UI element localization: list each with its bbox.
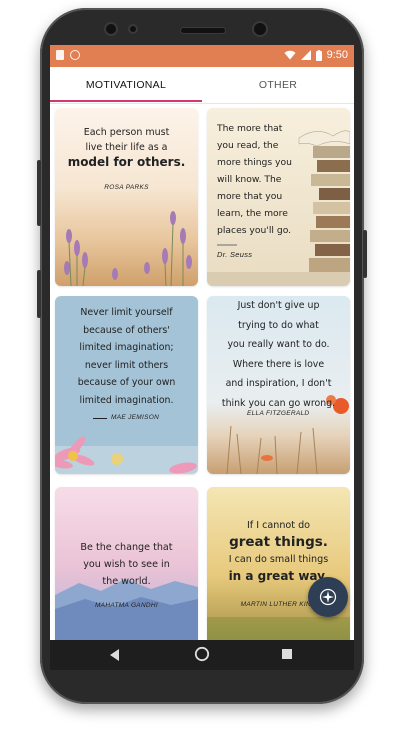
tab-bar: MOTIVATIONAL OTHER — [50, 67, 354, 103]
quote-line: more things you — [217, 157, 292, 168]
quote-line: more that you — [217, 191, 283, 202]
sync-icon — [70, 50, 80, 60]
quote-line: places you'll go. — [217, 225, 292, 236]
quote-card-martin-luther-king[interactable]: If I cannot do great things. I can do sm… — [207, 487, 350, 640]
quote-line: Just don't give up — [237, 300, 320, 311]
quote-text: If I cannot do great things. I can do sm… — [207, 517, 350, 585]
quote-line: because of your own — [77, 377, 176, 388]
quote-card-ella-fitzgerald[interactable]: Just don't give up trying to do what you… — [207, 296, 350, 474]
quote-line: Never limit yourself — [80, 307, 173, 318]
navigation-bar — [50, 640, 354, 670]
quote-text: Be the change that you wish to see in th… — [55, 539, 198, 590]
quote-line: will know. The — [217, 174, 282, 185]
quote-line: The more that — [217, 123, 283, 134]
quote-line: you read, the — [217, 140, 279, 151]
quote-author: ROSA PARKS — [104, 184, 149, 191]
tab-other[interactable]: OTHER — [202, 67, 354, 103]
quote-line: live their life as a — [85, 142, 168, 153]
quote-line: I can do small things — [228, 554, 329, 565]
quote-text: The more that you read, the more things … — [217, 120, 317, 239]
quote-card-mae-jemison[interactable]: Never limit yourself because of others' … — [55, 296, 198, 474]
quote-card-rosa-parks[interactable]: Each person must live their life as a mo… — [55, 108, 198, 286]
quote-card-dr-seuss[interactable]: The more that you read, the more things … — [207, 108, 350, 286]
quote-line: and inspiration, I don't — [225, 378, 332, 389]
quote-line: Each person must — [83, 127, 170, 138]
battery-icon — [315, 49, 322, 61]
quote-line: trying to do what — [238, 319, 319, 331]
quote-line-emphasis: great things. — [229, 534, 328, 550]
quote-line: If I cannot do — [246, 520, 311, 531]
quote-text: Each person must live their life as a mo… — [55, 125, 198, 170]
quote-line: never limit others — [84, 359, 169, 371]
quote-text: Never limit yourself because of others' … — [55, 304, 198, 409]
earpiece-speaker — [181, 28, 225, 33]
quote-author: MAHATMA GANDHI — [94, 602, 159, 609]
home-circle-icon[interactable] — [194, 646, 210, 662]
quote-text: Just don't give up trying to do what you… — [207, 296, 350, 413]
front-camera-secondary — [254, 23, 266, 35]
front-camera — [106, 24, 116, 34]
author-dash — [93, 418, 107, 419]
quote-line: the world. — [102, 576, 151, 587]
status-time: 9:50 — [326, 49, 348, 61]
back-triangle-icon[interactable] — [110, 649, 120, 661]
volume-button-lower — [37, 270, 41, 318]
quote-author: Dr. Seuss — [217, 250, 253, 259]
compass-icon — [319, 588, 337, 606]
quote-line: limited imagination; — [79, 342, 174, 353]
proximity-sensor — [130, 26, 136, 32]
quote-author: MAE JEMISON — [111, 414, 160, 421]
wifi-icon — [284, 50, 296, 60]
quote-line: because of others' — [83, 324, 170, 336]
quote-line: you wish to see in — [83, 559, 170, 570]
quote-author: ELLA FITZGERALD — [247, 410, 310, 417]
tab-motivational[interactable]: MOTIVATIONAL — [50, 67, 202, 103]
quote-line: learn, the more — [217, 208, 288, 219]
quote-line-emphasis: model for others. — [67, 155, 186, 169]
status-bar: 9:50 — [50, 45, 354, 67]
tab-indicator — [50, 100, 202, 102]
app-screen: 9:50 MOTIVATIONAL OTHER Each person must… — [50, 45, 354, 640]
tab-divider — [50, 103, 354, 104]
quote-card-mahatma-gandhi[interactable]: Be the change that you wish to see in th… — [55, 487, 198, 640]
signal-icon — [300, 50, 311, 60]
quote-line: limited imagination. — [79, 394, 174, 406]
notification-icon — [56, 50, 64, 60]
volume-button — [37, 160, 41, 226]
quote-line: Be the change that — [80, 542, 173, 553]
quote-line: you really want to do. — [227, 339, 330, 350]
quote-line: Where there is love — [232, 358, 325, 370]
recents-square-icon[interactable] — [282, 649, 292, 659]
compass-fab-button[interactable] — [308, 577, 348, 617]
power-button — [363, 230, 367, 278]
